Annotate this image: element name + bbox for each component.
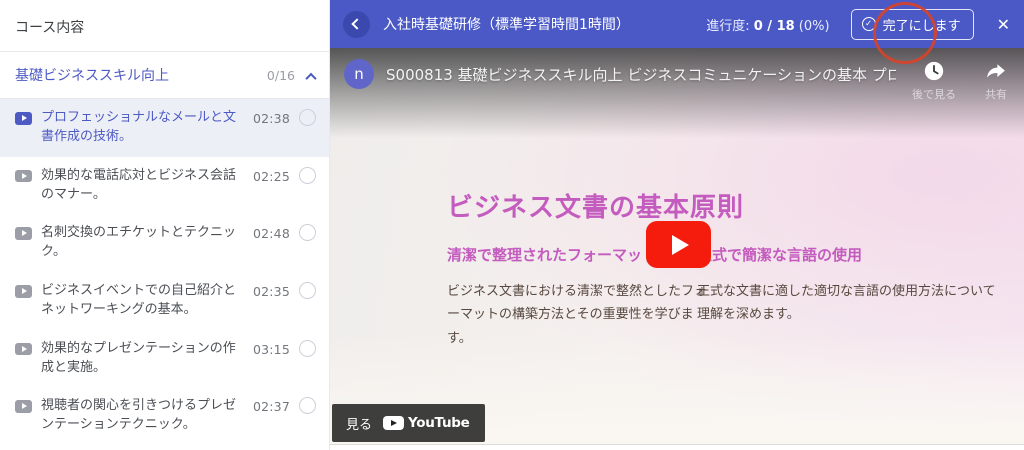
app-root: コース内容 基礎ビジネススキル向上 0/16 プロフェッショナルなメールと文書作… <box>0 0 1024 450</box>
play-icon <box>15 112 32 125</box>
video-titlebar: n S000813 基礎ビジネススキル向上 ビジネスコミュニケーションの基本 プ… <box>344 59 1016 102</box>
play-icon <box>15 343 32 356</box>
play-icon <box>15 285 32 298</box>
course-section-toggle[interactable]: 基礎ビジネススキル向上 0/16 <box>0 52 329 99</box>
progress-label: 進行度: <box>706 19 749 34</box>
lesson-title: 名刺交換のエチケットとテクニック。 <box>41 224 244 262</box>
slide-heading: ビジネス文書の基本原則 <box>447 187 744 224</box>
share-arrow-icon <box>984 60 1008 82</box>
youtube-logo-icon: YouTube <box>383 415 469 431</box>
lesson-duration: 02:35 <box>253 283 290 301</box>
lesson-duration: 02:37 <box>253 398 290 416</box>
lesson-item[interactable]: 礼儀正しい挨拶、身だしなみ、職場での態度。 02:26 <box>0 445 329 450</box>
completion-circle[interactable] <box>299 340 316 357</box>
lesson-title: 視聴者の関心を引きつけるプレゼンテーションテクニック。 <box>41 397 244 435</box>
lesson-title: 効果的なプレゼンテーションの作成と実施。 <box>41 340 244 378</box>
back-button[interactable] <box>343 11 370 38</box>
progress-indicator: 進行度: 0 / 18 (0%) <box>706 15 829 34</box>
clock-icon <box>923 60 945 82</box>
lesson-title: 効果的な電話応対とビジネス会話のマナー。 <box>41 167 244 205</box>
youtube-play-button[interactable] <box>646 221 711 268</box>
watch-later-label: 後で見る <box>912 86 956 102</box>
lesson-item[interactable]: 視聴者の関心を引きつけるプレゼンテーションテクニック。 02:37 <box>0 387 329 445</box>
play-icon <box>15 227 32 240</box>
lesson-item[interactable]: 効果的なプレゼンテーションの作成と実施。 03:15 <box>0 330 329 388</box>
play-icon <box>15 170 32 183</box>
section-title: 基礎ビジネススキル向上 <box>15 65 267 85</box>
watch-chip-label: 見る <box>346 414 372 433</box>
slide-column-right: 正式で簡潔な言語の使用 正式な文書に適した適切な言語の使用方法について理解を深め… <box>697 244 997 327</box>
play-triangle-icon <box>672 235 689 255</box>
course-sidebar: コース内容 基礎ビジネススキル向上 0/16 プロフェッショナルなメールと文書作… <box>0 0 330 450</box>
lesson-duration: 02:38 <box>253 110 290 128</box>
slide-body-left: ビジネス文書における清潔で整然としたフォーマットの構築方法とその重要性を学びます… <box>447 280 711 350</box>
watch-on-youtube-button[interactable]: 見る YouTube <box>332 404 485 442</box>
lesson-list: プロフェッショナルなメールと文書作成の技術。 02:38 効果的な電話応対とビジ… <box>0 99 329 450</box>
share-label: 共有 <box>985 86 1007 102</box>
slide-subheading-right: 正式で簡潔な言語の使用 <box>697 244 997 265</box>
course-title: 入社時基礎研修（標準学習時間1時間） <box>383 14 693 34</box>
lesson-item[interactable]: 名刺交換のエチケットとテクニック。 02:48 <box>0 214 329 272</box>
section-progress: 0/16 <box>267 68 295 83</box>
complete-button[interactable]: ✓ 完了にします <box>851 9 974 40</box>
video-player[interactable]: n S000813 基礎ビジネススキル向上 ビジネスコミュニケーションの基本 プ… <box>330 48 1024 445</box>
chevron-left-icon <box>351 18 362 29</box>
completion-circle[interactable] <box>299 109 316 126</box>
chevron-up-icon <box>305 72 316 83</box>
youtube-wordmark: YouTube <box>408 415 469 431</box>
check-circle-icon: ✓ <box>862 17 876 31</box>
completion-circle[interactable] <box>299 397 316 414</box>
watch-later-button[interactable]: 後で見る <box>912 60 956 102</box>
close-button[interactable]: ✕ <box>997 15 1010 34</box>
video-title[interactable]: S000813 基礎ビジネススキル向上 ビジネスコミュニケーションの基本 プロフ… <box>386 59 896 85</box>
lesson-duration: 03:15 <box>253 341 290 359</box>
channel-avatar[interactable]: n <box>344 59 374 89</box>
progress-percent: (0%) <box>799 19 830 34</box>
complete-button-label: 完了にします <box>883 15 961 34</box>
share-button[interactable]: 共有 <box>984 60 1008 102</box>
progress-value: 0 / 18 <box>754 19 795 34</box>
course-topbar: 入社時基礎研修（標準学習時間1時間） 進行度: 0 / 18 (0%) ✓ 完了… <box>330 0 1024 48</box>
sidebar-title: コース内容 <box>0 0 329 52</box>
lesson-item[interactable]: プロフェッショナルなメールと文書作成の技術。 02:38 <box>0 99 329 157</box>
lesson-title: プロフェッショナルなメールと文書作成の技術。 <box>41 109 244 147</box>
course-main: 入社時基礎研修（標準学習時間1時間） 進行度: 0 / 18 (0%) ✓ 完了… <box>330 0 1024 450</box>
completion-circle[interactable] <box>299 224 316 241</box>
lesson-duration: 02:25 <box>253 168 290 186</box>
youtube-play-rect-icon <box>383 416 404 431</box>
completion-circle[interactable] <box>299 167 316 184</box>
video-actions: 後で見る 共有 <box>908 59 1016 102</box>
lesson-title: ビジネスイベントでの自己紹介とネットワーキングの基本。 <box>41 282 244 320</box>
lesson-duration: 02:48 <box>253 225 290 243</box>
lesson-item[interactable]: ビジネスイベントでの自己紹介とネットワーキングの基本。 02:35 <box>0 272 329 330</box>
play-icon <box>15 400 32 413</box>
lesson-item[interactable]: 効果的な電話応対とビジネス会話のマナー。 02:25 <box>0 157 329 215</box>
slide-body-right: 正式な文書に適した適切な言語の使用方法について理解を深めます。 <box>697 280 997 327</box>
completion-circle[interactable] <box>299 282 316 299</box>
